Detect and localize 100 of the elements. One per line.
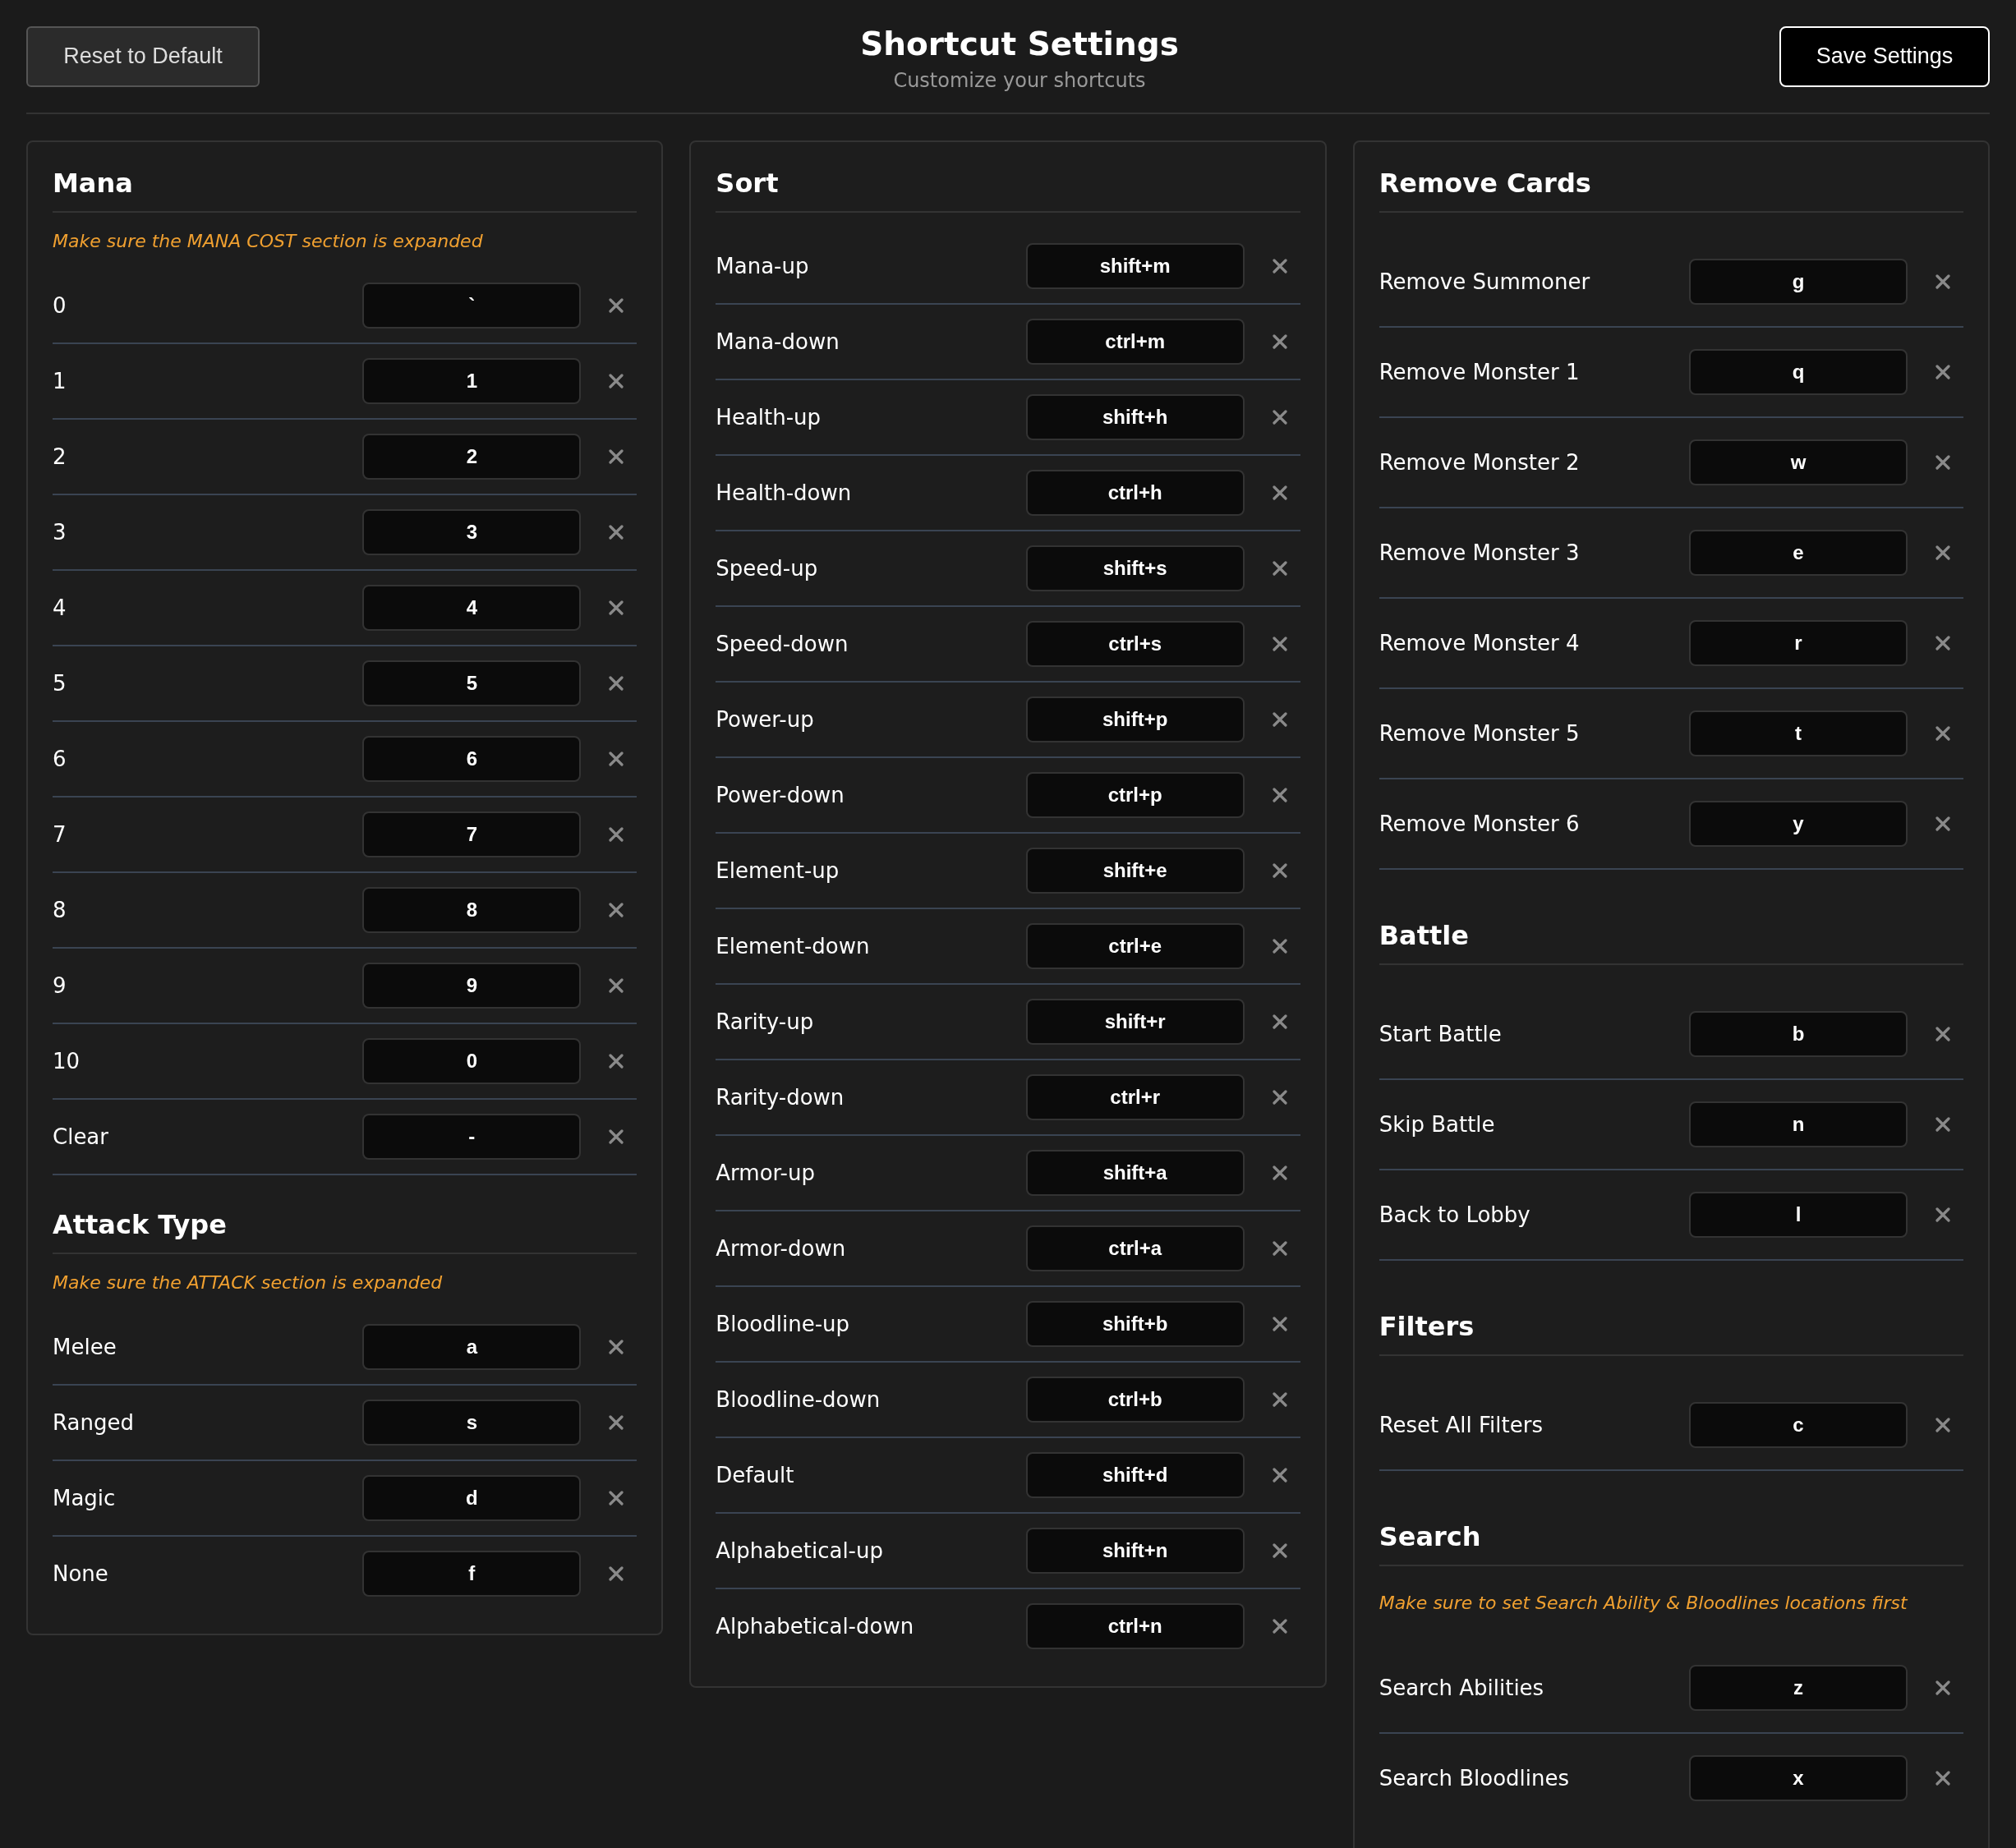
shortcut-field[interactable]: l [1689, 1192, 1908, 1238]
shortcut-field[interactable]: 6 [362, 736, 582, 782]
shortcut-field[interactable]: shift+n [1025, 1528, 1245, 1574]
shortcut-field[interactable]: z [1689, 1665, 1908, 1711]
shortcut-field[interactable]: ctrl+b [1025, 1377, 1245, 1423]
shortcut-field[interactable]: 1 [362, 358, 582, 404]
shortcut-field[interactable]: 5 [362, 660, 582, 706]
close-icon [609, 676, 624, 691]
shortcut-field[interactable]: y [1689, 801, 1908, 847]
shortcut-label: Magic [53, 1486, 117, 1510]
shortcut-field[interactable]: 7 [362, 811, 582, 857]
shortcut-field[interactable]: x [1689, 1755, 1908, 1801]
clear-button[interactable] [1934, 273, 1952, 291]
clear-button[interactable] [1934, 1025, 1952, 1043]
clear-button[interactable] [1934, 363, 1952, 381]
shortcut-label: Element-down [716, 934, 871, 958]
shortcut-field[interactable]: q [1689, 349, 1908, 395]
shortcut-field[interactable]: 4 [362, 585, 582, 631]
shortcut-field[interactable]: ctrl+s [1025, 621, 1245, 667]
section-heading: Sort [716, 167, 1300, 213]
shortcut-label: 10 [53, 1049, 81, 1073]
shortcut-field[interactable]: shift+d [1025, 1452, 1245, 1498]
shortcut-field[interactable]: ctrl+h [1025, 470, 1245, 516]
shortcut-label: None [53, 1561, 109, 1586]
clear-button[interactable] [1270, 408, 1289, 426]
shortcut-field[interactable]: r [1689, 620, 1908, 666]
close-icon [1272, 788, 1287, 802]
shortcut-field[interactable]: ` [362, 283, 582, 329]
reset-button[interactable]: Reset to Default [26, 25, 260, 87]
section-heading: Attack Type [53, 1208, 637, 1254]
shortcut-field[interactable]: shift+r [1025, 999, 1245, 1045]
close-icon [1272, 1090, 1287, 1105]
close-icon [609, 827, 624, 842]
clear-button[interactable] [1934, 1769, 1952, 1787]
shortcut-field[interactable]: w [1689, 439, 1908, 485]
shortcut-label: 1 [53, 369, 67, 393]
close-icon [609, 600, 624, 615]
shortcut-field[interactable]: shift+b [1025, 1301, 1245, 1347]
shortcut-field[interactable]: 8 [362, 887, 582, 933]
shortcut-field[interactable]: a [362, 1324, 582, 1370]
clear-button[interactable] [1934, 1416, 1952, 1434]
shortcut-label: 8 [53, 898, 67, 922]
clear-button[interactable] [1934, 544, 1952, 562]
shortcut-field[interactable]: shift+h [1025, 394, 1245, 440]
shortcut-field[interactable]: ctrl+n [1025, 1603, 1245, 1649]
clear-button[interactable] [607, 825, 626, 844]
clear-button[interactable] [1934, 1206, 1952, 1224]
shortcut-field[interactable]: n [1689, 1101, 1908, 1147]
shortcut-label: 2 [53, 444, 67, 469]
shortcut-field[interactable]: c [1689, 1402, 1908, 1448]
shortcut-field[interactable]: shift+e [1025, 848, 1245, 894]
close-icon [1272, 1241, 1287, 1256]
section-heading: Battle [1379, 919, 1963, 965]
shortcut-field[interactable]: t [1689, 710, 1908, 756]
shortcut-field[interactable]: ctrl+a [1025, 1225, 1245, 1271]
shortcut-field[interactable]: 0 [362, 1038, 582, 1084]
section-heading: Filters [1379, 1310, 1963, 1356]
shortcut-field[interactable]: shift+a [1025, 1150, 1245, 1196]
shortcut-label: Remove Monster 3 [1379, 540, 1581, 565]
shortcut-field[interactable]: ctrl+r [1025, 1074, 1245, 1120]
close-icon [1272, 1392, 1287, 1407]
shortcut-field[interactable]: ctrl+m [1025, 319, 1245, 365]
shortcut-field[interactable]: e [1689, 530, 1908, 576]
shortcut-field[interactable]: s [362, 1400, 582, 1446]
shortcut-field[interactable]: g [1689, 259, 1908, 305]
clear-button[interactable] [1934, 634, 1952, 652]
shortcut-field[interactable]: ctrl+e [1025, 923, 1245, 969]
close-icon [1935, 545, 1950, 560]
shortcut-field[interactable]: f [362, 1551, 582, 1597]
shortcut-field[interactable]: 2 [362, 434, 582, 480]
shortcut-label: Armor-down [716, 1236, 847, 1261]
shortcut-field[interactable]: shift+p [1025, 696, 1245, 742]
shortcut-label: Remove Monster 5 [1379, 721, 1581, 746]
shortcut-field[interactable]: shift+s [1025, 545, 1245, 591]
shortcut-label: Bloodline-down [716, 1387, 881, 1412]
shortcut-field[interactable]: 9 [362, 963, 582, 1009]
clear-button[interactable] [1270, 1239, 1289, 1257]
close-icon [1272, 1468, 1287, 1483]
shortcut-field[interactable]: 3 [362, 509, 582, 555]
close-icon [1272, 1317, 1287, 1331]
shortcut-field[interactable]: shift+m [1025, 243, 1245, 289]
clear-button[interactable] [1934, 1679, 1952, 1697]
shortcut-field[interactable]: ctrl+p [1025, 772, 1245, 818]
close-icon [1935, 455, 1950, 470]
shortcut-field[interactable]: - [362, 1114, 582, 1160]
shortcut-label: Health-down [716, 480, 853, 505]
section-note: Make sure to set Search Ability & Bloodlines locations first [1379, 1592, 1909, 1615]
section-note: Make sure the MANA COST section is expanded [53, 230, 484, 253]
shortcut-label: Speed-up [716, 556, 819, 581]
clear-button[interactable] [1934, 815, 1952, 833]
save-button[interactable]: Save Settings [1779, 25, 1990, 87]
shortcut-field[interactable]: d [362, 1475, 582, 1521]
close-icon [609, 525, 624, 540]
shortcut-field[interactable]: b [1689, 1011, 1908, 1057]
shortcut-label: Back to Lobby [1379, 1202, 1531, 1227]
clear-button[interactable] [1934, 453, 1952, 471]
close-icon [1935, 636, 1950, 650]
clear-button[interactable] [1934, 1115, 1952, 1133]
close-icon [1935, 1418, 1950, 1432]
clear-button[interactable] [1934, 724, 1952, 742]
